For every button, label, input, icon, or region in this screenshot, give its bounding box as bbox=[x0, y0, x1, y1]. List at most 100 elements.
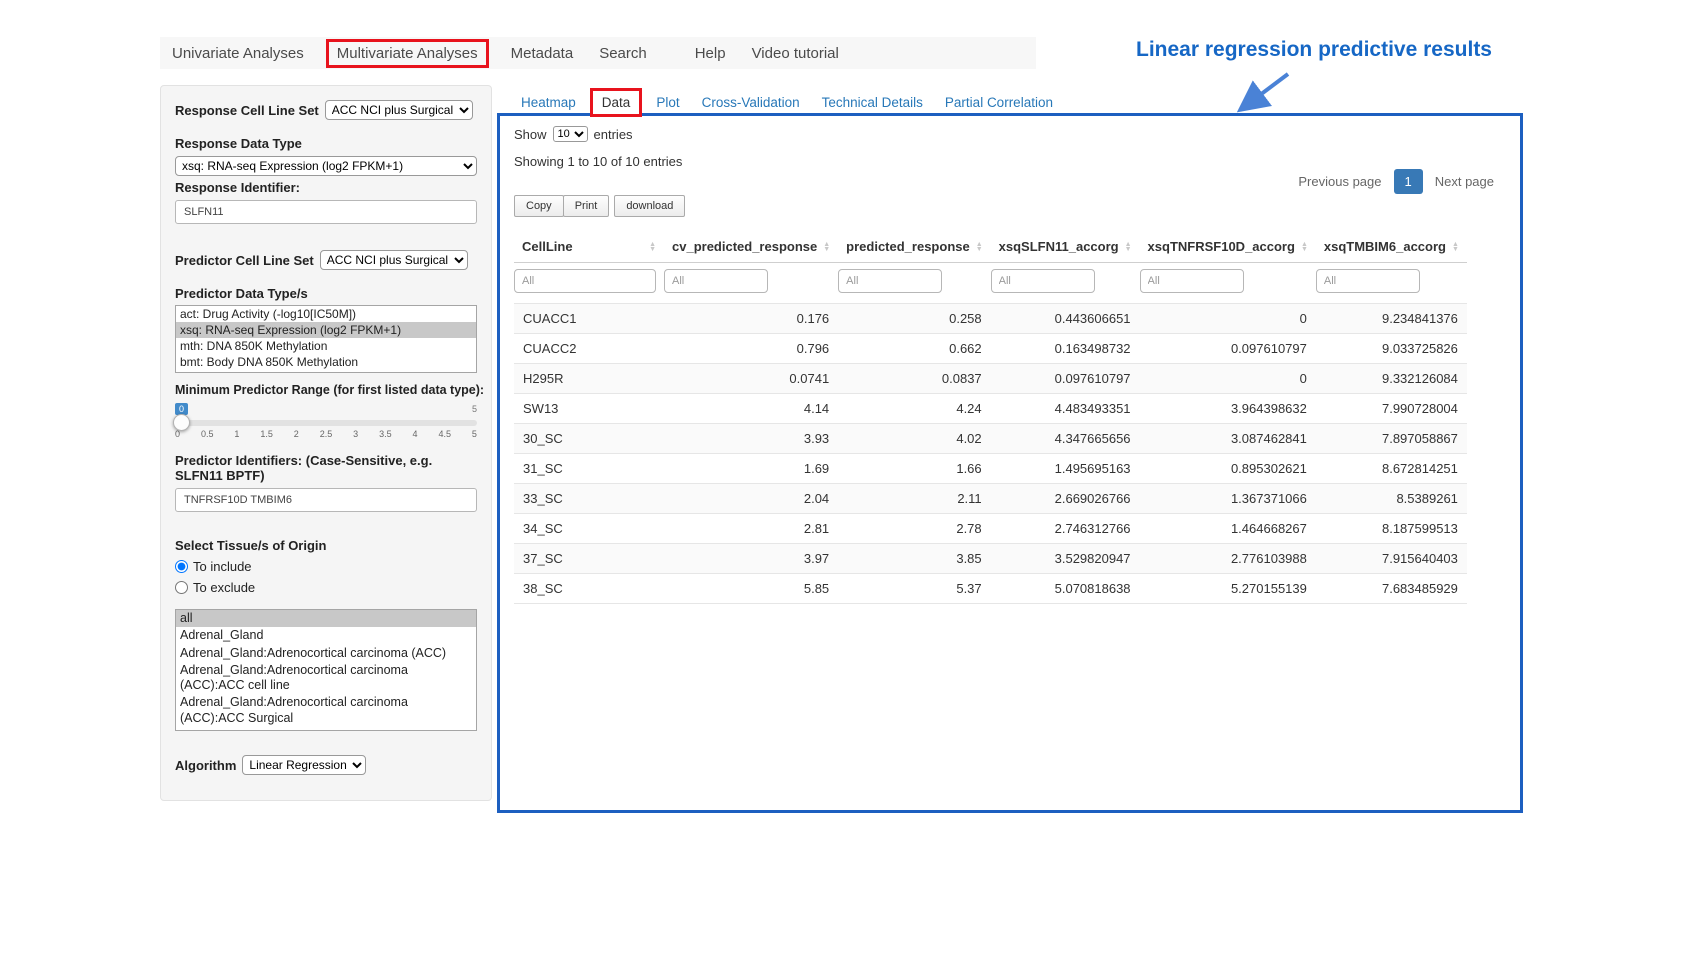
predictor-cell-line-set-select[interactable]: ACC NCI plus Surgical bbox=[320, 250, 468, 270]
tissue-include-radio[interactable] bbox=[175, 560, 188, 573]
cell-value: 0.0837 bbox=[838, 364, 990, 394]
cell-value: 0.662 bbox=[838, 334, 990, 364]
table-row[interactable]: SW134.144.244.4834933513.9643986327.9907… bbox=[514, 394, 1467, 424]
table-info: Showing 1 to 10 of 10 entries bbox=[514, 154, 1506, 169]
cell-line-name: 30_SC bbox=[514, 424, 664, 454]
tab-technical-details[interactable]: Technical Details bbox=[811, 89, 934, 116]
sort-icon[interactable]: ▲▼ bbox=[976, 242, 983, 252]
cell-value: 4.14 bbox=[664, 394, 838, 424]
show-entries-select[interactable]: 10 bbox=[553, 126, 588, 142]
nav-item-metadata[interactable]: Metadata bbox=[511, 45, 574, 62]
next-page-button[interactable]: Next page bbox=[1425, 168, 1504, 195]
filter-input-xsqtmbim6-accorg[interactable] bbox=[1316, 269, 1420, 293]
filter-cell bbox=[991, 263, 1140, 304]
filter-input-predicted-response[interactable] bbox=[838, 269, 942, 293]
tab-data[interactable]: Data bbox=[590, 88, 643, 117]
filter-cell bbox=[514, 263, 664, 304]
filter-input-cv-predicted-response[interactable] bbox=[664, 269, 768, 293]
listbox-option-adrenal-gland-adrenocortical-carcinoma-a[interactable]: Adrenal_Gland:Adrenocortical carcinoma (… bbox=[176, 662, 476, 695]
column-header-cellline[interactable]: CellLine▲▼ bbox=[514, 231, 664, 263]
response-data-type-label: Response Data Type bbox=[175, 136, 477, 151]
export-buttons: CopyPrintdownload bbox=[514, 195, 1506, 217]
column-header-cv-predicted-response[interactable]: cv_predicted_response ▲▼ bbox=[664, 231, 838, 263]
current-page-button[interactable]: 1 bbox=[1394, 169, 1423, 194]
cell-value: 3.93 bbox=[664, 424, 838, 454]
listbox-option-act-drug-activity-log10-ic50m[interactable]: act: Drug Activity (-log10[IC50M]) bbox=[176, 306, 476, 322]
nav-item-video-tutorial[interactable]: Video tutorial bbox=[752, 45, 839, 62]
response-data-type-select[interactable]: xsq: RNA-seq Expression (log2 FPKM+1) bbox=[175, 156, 477, 176]
column-header-label: predicted_response bbox=[846, 239, 970, 254]
predictor-identifiers-input[interactable] bbox=[175, 488, 477, 512]
table-row[interactable]: 33_SC2.042.112.6690267661.3673710668.538… bbox=[514, 484, 1467, 514]
nav-item-multivariate-analyses[interactable]: Multivariate Analyses bbox=[326, 39, 489, 68]
tab-partial-correlation[interactable]: Partial Correlation bbox=[934, 89, 1064, 116]
cell-value: 2.04 bbox=[664, 484, 838, 514]
filter-input-xsqslfn11-accorg[interactable] bbox=[991, 269, 1095, 293]
tissue-listbox[interactable]: allAdrenal_GlandAdrenal_Gland:Adrenocort… bbox=[175, 609, 477, 731]
filter-input-xsqtnfrsf10d-accorg[interactable] bbox=[1140, 269, 1244, 293]
nav-item-search[interactable]: Search bbox=[599, 45, 647, 62]
slider-tick-label: 2 bbox=[294, 429, 299, 439]
sort-icon[interactable]: ▲▼ bbox=[1125, 242, 1132, 252]
cell-value: 0.163498732 bbox=[991, 334, 1140, 364]
tab-heatmap[interactable]: Heatmap bbox=[510, 89, 587, 116]
tissue-exclude-radio[interactable] bbox=[175, 581, 188, 594]
tissue-include-label[interactable]: To include bbox=[193, 559, 252, 574]
slider-tick-label: 1.5 bbox=[260, 429, 273, 439]
listbox-option-xsq-rna-seq-expression-log2-fpkm-1[interactable]: xsq: RNA-seq Expression (log2 FPKM+1) bbox=[176, 322, 476, 338]
cell-value: 3.087462841 bbox=[1140, 424, 1316, 454]
previous-page-button[interactable]: Previous page bbox=[1288, 168, 1391, 195]
column-header-predicted-response[interactable]: predicted_response ▲▼ bbox=[838, 231, 990, 263]
slider-handle[interactable] bbox=[173, 414, 190, 431]
column-header-label: xsqTMBIM6_accorg bbox=[1324, 239, 1446, 254]
column-header-xsqtnfrsf10d-accorg[interactable]: xsqTNFRSF10D_accorg▲▼ bbox=[1140, 231, 1316, 263]
column-header-xsqtmbim6-accorg[interactable]: xsqTMBIM6_accorg ▲▼ bbox=[1316, 231, 1467, 263]
tissue-exclude-label[interactable]: To exclude bbox=[193, 580, 255, 595]
print-button[interactable]: Print bbox=[563, 195, 610, 217]
listbox-option-mth-dna-850k-methylation[interactable]: mth: DNA 850K Methylation bbox=[176, 338, 476, 354]
table-row[interactable]: 34_SC2.812.782.7463127661.4646682678.187… bbox=[514, 514, 1467, 544]
column-header-xsqslfn11-accorg[interactable]: xsqSLFN11_accorg▲▼ bbox=[991, 231, 1140, 263]
nav-item-univariate-analyses[interactable]: Univariate Analyses bbox=[172, 45, 304, 62]
table-row[interactable]: CUACC10.1760.2580.44360665109.234841376 bbox=[514, 304, 1467, 334]
cell-value: 7.683485929 bbox=[1316, 574, 1467, 604]
cell-value: 7.897058867 bbox=[1316, 424, 1467, 454]
cell-line-name: CUACC2 bbox=[514, 334, 664, 364]
cell-value: 0 bbox=[1140, 364, 1316, 394]
response-cell-line-set-select[interactable]: ACC NCI plus Surgical bbox=[325, 100, 473, 120]
sort-icon[interactable]: ▲▼ bbox=[1452, 242, 1459, 252]
cell-value: 7.915640403 bbox=[1316, 544, 1467, 574]
listbox-option-adrenal-gland-adrenocortical-carcinoma-a[interactable]: Adrenal_Gland:Adrenocortical carcinoma (… bbox=[176, 694, 476, 727]
show-entries-prefix: Show bbox=[514, 127, 547, 142]
table-row[interactable]: 31_SC1.691.661.4956951630.8953026218.672… bbox=[514, 454, 1467, 484]
table-row[interactable]: CUACC20.7960.6620.1634987320.0976107979.… bbox=[514, 334, 1467, 364]
slider-tick-label: 3 bbox=[353, 429, 358, 439]
slider-tick-label: 1 bbox=[234, 429, 239, 439]
listbox-option-bmt-body-dna-850k-methylation[interactable]: bmt: Body DNA 850K Methylation bbox=[176, 354, 476, 370]
table-row[interactable]: 37_SC3.973.853.5298209472.7761039887.915… bbox=[514, 544, 1467, 574]
listbox-option-adrenal-gland-adrenocortical-carcinoma-a[interactable]: Adrenal_Gland:Adrenocortical carcinoma (… bbox=[176, 645, 476, 662]
nav-item-help[interactable]: Help bbox=[695, 45, 726, 62]
cell-line-name: CUACC1 bbox=[514, 304, 664, 334]
tab-cross-validation[interactable]: Cross-Validation bbox=[691, 89, 811, 116]
column-header-label: cv_predicted_response bbox=[672, 239, 817, 254]
response-identifier-input[interactable] bbox=[175, 200, 477, 224]
filter-input-cellline[interactable] bbox=[514, 269, 656, 293]
listbox-option-all[interactable]: all bbox=[176, 610, 476, 627]
tab-plot[interactable]: Plot bbox=[645, 89, 690, 116]
listbox-option-adrenal-gland[interactable]: Adrenal_Gland bbox=[176, 627, 476, 644]
sort-icon[interactable]: ▲▼ bbox=[1301, 242, 1308, 252]
table-row[interactable]: H295R0.07410.08370.09761079709.332126084 bbox=[514, 364, 1467, 394]
slider-track[interactable] bbox=[175, 420, 477, 426]
sort-icon[interactable]: ▲▼ bbox=[649, 242, 656, 252]
table-row[interactable]: 38_SC5.855.375.0708186385.2701551397.683… bbox=[514, 574, 1467, 604]
show-entries-suffix: entries bbox=[594, 127, 633, 142]
algorithm-select[interactable]: Linear Regression bbox=[242, 755, 366, 775]
download-button[interactable]: download bbox=[614, 195, 685, 217]
table-row[interactable]: 30_SC3.934.024.3476656563.0874628417.897… bbox=[514, 424, 1467, 454]
predictor-data-types-listbox[interactable]: act: Drug Activity (-log10[IC50M])xsq: R… bbox=[175, 305, 477, 373]
cell-value: 2.746312766 bbox=[991, 514, 1140, 544]
copy-button[interactable]: Copy bbox=[514, 195, 564, 217]
sort-icon[interactable]: ▲▼ bbox=[823, 242, 830, 252]
cell-value: 3.964398632 bbox=[1140, 394, 1316, 424]
